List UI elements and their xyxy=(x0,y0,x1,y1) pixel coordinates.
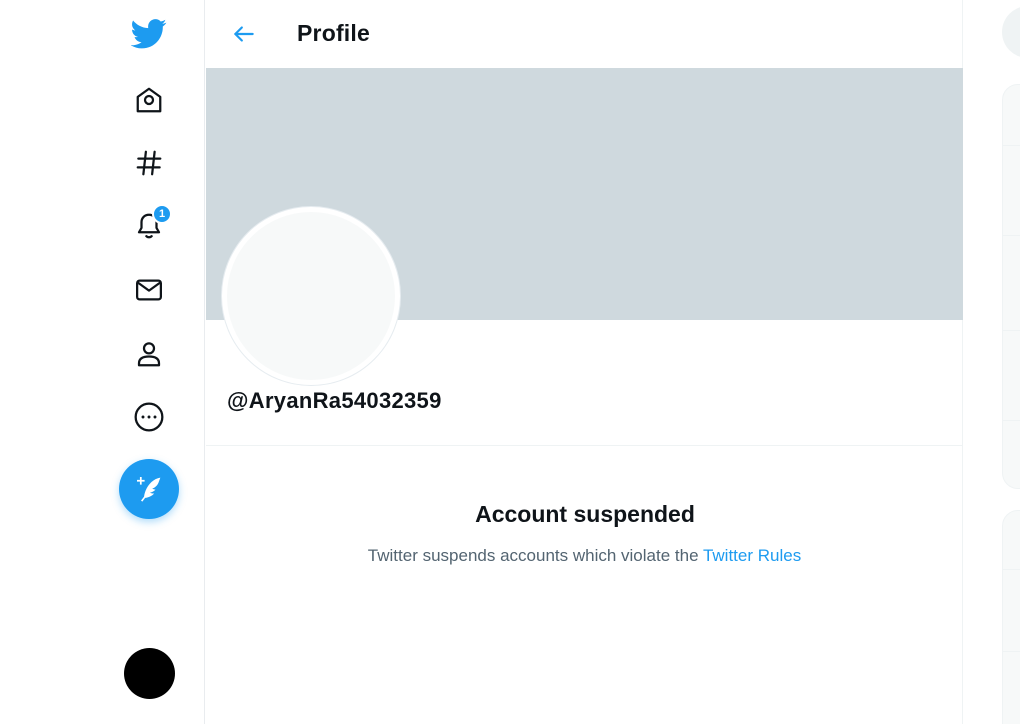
suspended-message: Twitter suspends accounts which violate … xyxy=(206,546,963,566)
twitter-logo-button[interactable] xyxy=(120,8,178,60)
envelope-icon xyxy=(136,279,162,301)
more-circle-icon xyxy=(134,402,164,432)
compose-tweet-button[interactable] xyxy=(119,459,179,519)
who-to-follow-panel xyxy=(1002,510,1020,724)
divider xyxy=(206,445,963,446)
main-column: Profile @AryanRa54032359 Account suspend… xyxy=(206,0,963,724)
page-title: Profile xyxy=(297,20,370,46)
back-button[interactable] xyxy=(227,17,261,51)
profile-handle: @AryanRa54032359 xyxy=(227,388,442,413)
twitter-bird-icon xyxy=(131,19,167,49)
twitter-rules-link[interactable]: Twitter Rules xyxy=(703,546,801,565)
arrow-left-icon xyxy=(234,26,254,42)
sidebar-nav: 1 xyxy=(0,0,205,724)
trends-panel xyxy=(1002,84,1020,489)
notification-badge: 1 xyxy=(152,204,172,224)
nav-more[interactable] xyxy=(120,391,178,443)
account-avatar[interactable] xyxy=(124,648,175,699)
nav-profile[interactable] xyxy=(120,328,178,380)
nav-explore[interactable] xyxy=(120,137,178,189)
profile-header: Profile xyxy=(206,0,963,68)
hashtag-icon xyxy=(136,150,162,176)
suspended-title: Account suspended xyxy=(475,501,695,527)
twitter-app: 1 Profile @AryanRa54032359 Account suspe… xyxy=(0,0,1020,724)
search-input[interactable] xyxy=(1002,6,1020,58)
feather-plus-icon xyxy=(137,477,161,502)
profile-avatar xyxy=(222,207,400,385)
nav-messages[interactable] xyxy=(120,264,178,316)
home-icon xyxy=(136,87,162,113)
nav-home[interactable] xyxy=(120,74,178,126)
right-column xyxy=(963,0,1020,724)
person-icon xyxy=(137,342,161,367)
suspended-message-text: Twitter suspends accounts which violate … xyxy=(367,546,699,565)
nav-notifications[interactable]: 1 xyxy=(120,200,178,252)
